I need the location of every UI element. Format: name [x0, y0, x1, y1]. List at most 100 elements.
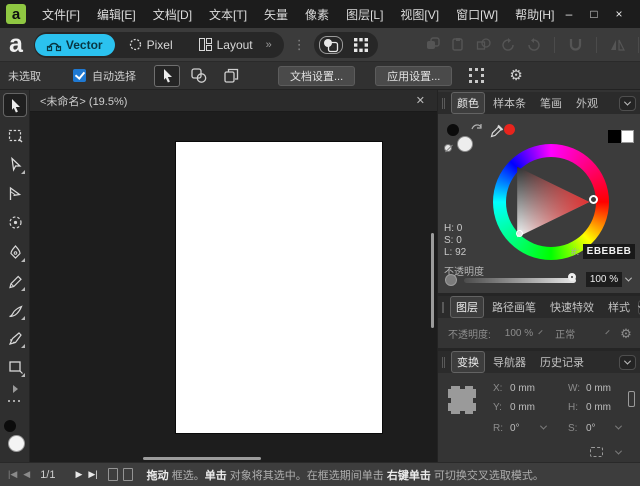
rotate-ccw-icon[interactable]	[501, 37, 516, 52]
opacity-slider-knob[interactable]	[568, 273, 576, 281]
minimize-button[interactable]: –	[560, 5, 578, 23]
tab-styles[interactable]: 样式	[602, 296, 636, 318]
menu-layer[interactable]: 图层[L]	[346, 6, 383, 23]
opacity-preview-knob[interactable]	[445, 274, 457, 286]
panel-drag-handle[interactable]	[442, 98, 445, 109]
last-page-button[interactable]: ▶|	[88, 469, 97, 480]
opacity-value-field[interactable]: 100 %	[586, 272, 622, 287]
shade-selector[interactable]	[516, 230, 523, 237]
tools-more-button[interactable]	[0, 400, 30, 408]
panel-collapse-button[interactable]	[619, 355, 636, 370]
fill-color-well[interactable]	[8, 435, 25, 452]
opacity-slider[interactable]	[464, 278, 576, 283]
document-settings-button[interactable]: 文档设置...	[278, 66, 355, 86]
move-tool[interactable]	[3, 93, 27, 117]
document-tab-close-icon[interactable]: ✕	[416, 94, 425, 107]
chevron-down-icon[interactable]	[615, 423, 622, 430]
panel-stroke-well[interactable]	[447, 124, 459, 136]
persona-pixel-tab[interactable]: Pixel	[117, 34, 185, 56]
snapping-icon[interactable]	[568, 37, 583, 52]
transform-origin-icon[interactable]	[590, 447, 603, 457]
edit-all-layers-button[interactable]	[349, 36, 373, 54]
maximize-button[interactable]: □	[585, 5, 603, 23]
menu-window[interactable]: 窗口[W]	[456, 6, 498, 23]
duplicate-icon[interactable]	[426, 37, 441, 52]
tab-fx[interactable]: 快速特效	[544, 296, 600, 318]
tab-navigator[interactable]: 导航器	[487, 351, 532, 373]
fill-brush-tool[interactable]	[3, 326, 27, 350]
vertical-scrollbar[interactable]	[431, 233, 434, 328]
picked-color-swatch[interactable]	[504, 124, 515, 135]
settings-gear-icon[interactable]: ⚙	[509, 68, 522, 83]
link-dimensions-icon[interactable]	[628, 391, 635, 407]
prev-page-button[interactable]: ◀	[23, 469, 30, 480]
anchor-point-selector[interactable]	[448, 386, 476, 414]
chevron-down-icon[interactable]	[540, 423, 547, 430]
white-swatch[interactable]	[621, 130, 634, 143]
chevron-down-icon[interactable]	[606, 329, 610, 333]
black-swatch[interactable]	[608, 130, 621, 143]
facing-pages-icon[interactable]	[123, 468, 133, 481]
menu-view[interactable]: 视图[V]	[400, 6, 439, 23]
tool-color-wells[interactable]	[0, 420, 30, 460]
artboard-tool[interactable]	[3, 123, 27, 147]
tools-expand-arrow[interactable]	[3, 382, 27, 396]
persona-overflow-icon[interactable]: »	[266, 39, 276, 51]
tab-stroke[interactable]: 笔画	[534, 92, 568, 114]
document-page[interactable]	[176, 142, 382, 433]
rotate-cw-icon[interactable]	[526, 37, 541, 52]
shear-field[interactable]: 0°	[586, 423, 596, 434]
pencil-tool[interactable]	[3, 269, 27, 293]
contour-tool[interactable]	[3, 181, 27, 205]
hex-value-field[interactable]: EBEBEB	[583, 244, 635, 259]
rectangle-tool[interactable]	[3, 355, 27, 379]
h-field[interactable]: 0 mm	[586, 402, 611, 413]
hue-selector[interactable]	[589, 195, 598, 204]
tab-stroke-brush[interactable]: 路径画笔	[486, 296, 542, 318]
horizontal-scrollbar[interactable]	[143, 457, 261, 460]
menu-pixel[interactable]: 像素	[305, 6, 329, 23]
next-page-button[interactable]: ▶	[75, 469, 82, 480]
menu-text[interactable]: 文本[T]	[209, 6, 247, 23]
application-settings-button[interactable]: 应用设置...	[375, 66, 452, 86]
y-field[interactable]: 0 mm	[510, 402, 535, 413]
single-page-icon[interactable]	[108, 468, 118, 481]
x-field[interactable]: 0 mm	[510, 383, 535, 394]
tab-color[interactable]: 颜色	[451, 92, 485, 114]
no-color-well[interactable]	[444, 144, 452, 152]
swap-colors-icon[interactable]	[471, 122, 483, 132]
tab-appearance[interactable]: 外观	[570, 92, 604, 114]
rotation-field[interactable]: 0°	[510, 423, 520, 434]
tab-transform[interactable]: 变换	[451, 351, 485, 373]
flip-horizontal-icon[interactable]	[610, 37, 625, 52]
select-object-mode-button[interactable]	[186, 65, 212, 87]
tab-layers[interactable]: 图层	[450, 296, 484, 318]
menu-edit[interactable]: 编辑[E]	[97, 6, 136, 23]
margins-grid-icon[interactable]	[468, 67, 485, 84]
chevron-down-icon[interactable]	[539, 329, 543, 333]
layer-opacity-value[interactable]: 100 %	[505, 328, 533, 339]
persona-vector-tab[interactable]: Vector	[35, 34, 115, 56]
panel-collapse-button[interactable]	[619, 96, 636, 111]
close-button[interactable]: ×	[610, 5, 628, 23]
panel-drag-handle[interactable]	[442, 302, 444, 313]
chevron-down-icon[interactable]	[615, 448, 622, 455]
menu-vector[interactable]: 矢量	[264, 6, 288, 23]
pen-tool[interactable]	[3, 240, 27, 264]
node-tool[interactable]	[3, 152, 27, 176]
blend-mode-value[interactable]: 正常	[555, 326, 575, 341]
panel-fill-well[interactable]	[457, 136, 473, 152]
opacity-dropdown-icon[interactable]	[625, 275, 632, 282]
select-cursor-mode-button[interactable]	[154, 65, 180, 87]
document-tab[interactable]: <未命名> (19.5%)	[40, 93, 127, 109]
menu-help[interactable]: 帮助[H]	[515, 6, 554, 23]
persona-layout-tab[interactable]: Layout	[187, 34, 265, 56]
auto-select-checkbox[interactable]	[73, 69, 86, 82]
menu-document[interactable]: 文档[D]	[153, 6, 192, 23]
panel-drag-handle[interactable]	[442, 357, 445, 368]
vector-brush-tool[interactable]	[3, 298, 27, 322]
select-layer-mode-button[interactable]	[218, 65, 244, 87]
menu-file[interactable]: 文件[F]	[42, 6, 80, 23]
corner-tool[interactable]	[3, 210, 27, 234]
w-field[interactable]: 0 mm	[586, 383, 611, 394]
